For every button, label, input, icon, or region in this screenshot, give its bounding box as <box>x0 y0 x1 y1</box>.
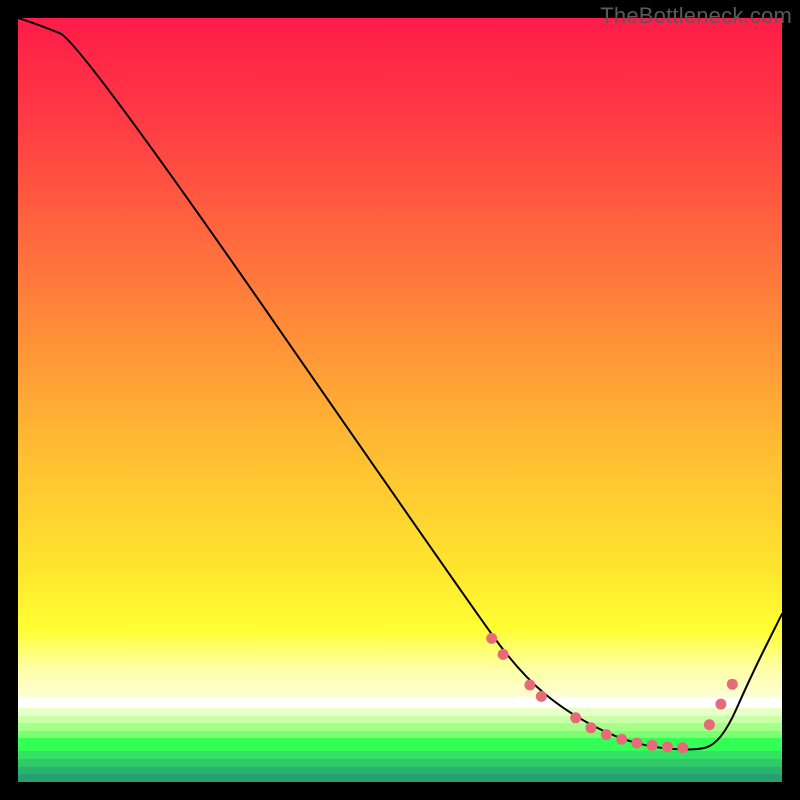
marker-dot <box>677 742 688 753</box>
bottleneck-curve <box>18 18 782 782</box>
marker-dot <box>570 712 581 723</box>
watermark-text: TheBottleneck.com <box>600 3 792 29</box>
marker-dot <box>727 679 738 690</box>
marker-dot <box>662 741 673 752</box>
plot-area <box>18 18 782 782</box>
marker-dot <box>715 699 726 710</box>
marker-dot <box>536 691 547 702</box>
marker-dot <box>498 649 509 660</box>
marker-dot <box>647 740 658 751</box>
marker-dot <box>631 738 642 749</box>
marker-dot <box>586 722 597 733</box>
chart-container: TheBottleneck.com <box>0 0 800 800</box>
marker-dot <box>601 729 612 740</box>
marker-dot <box>486 633 497 644</box>
curve-path <box>18 18 782 750</box>
marker-dot <box>616 734 627 745</box>
marker-dot <box>704 719 715 730</box>
marker-dot <box>524 680 535 691</box>
